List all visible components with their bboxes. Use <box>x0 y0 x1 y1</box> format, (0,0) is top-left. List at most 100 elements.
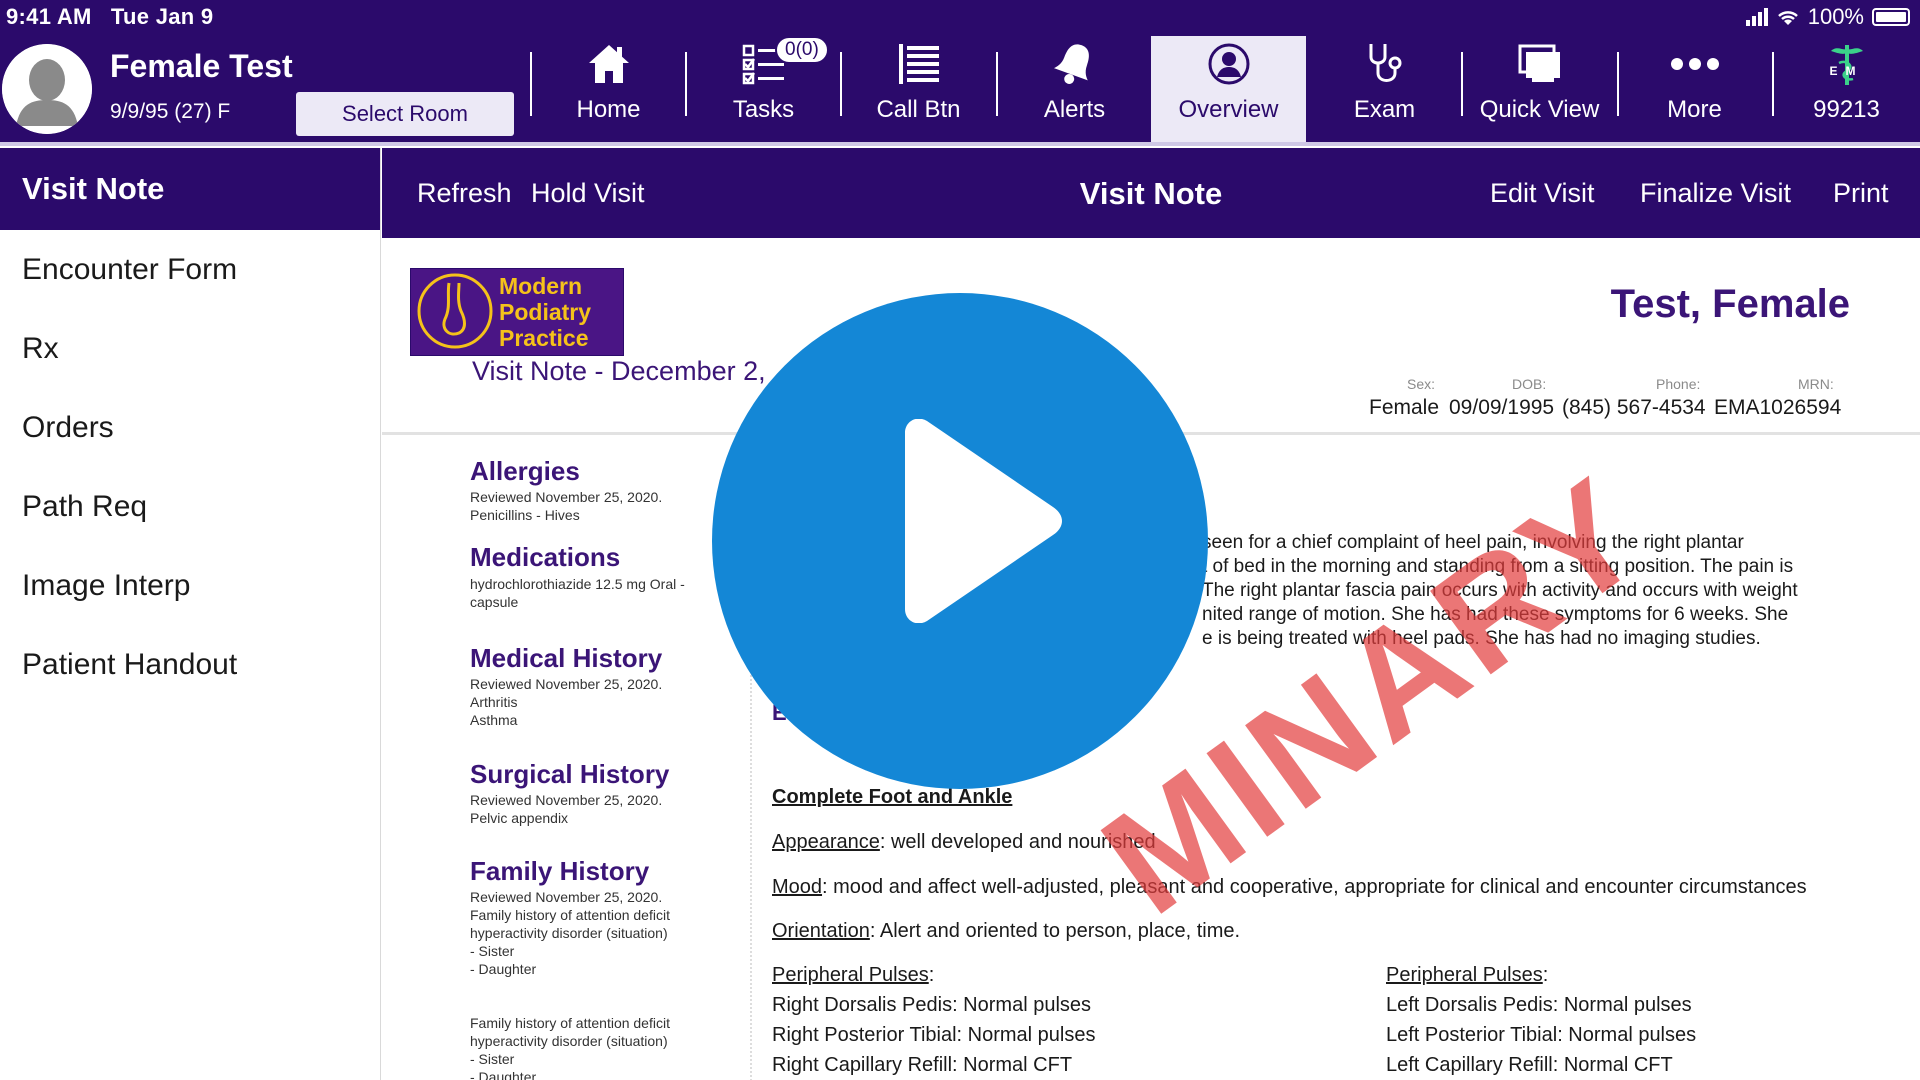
hold-visit-button[interactable]: Hold Visit <box>531 178 645 209</box>
allergies-heading: Allergies <box>470 456 580 486</box>
sidebar-item-image-interp[interactable]: Image Interp <box>0 546 380 625</box>
mood-label: Mood <box>772 876 823 898</box>
nav-home-label: Home <box>576 96 641 123</box>
refresh-button[interactable]: Refresh <box>417 178 512 209</box>
mood-text: : mood and affect well-adjusted, pleasan… <box>822 876 1807 898</box>
medical-history-heading: Medical History <box>470 643 663 673</box>
visit-note-date: Visit Note - December 2, <box>472 356 766 386</box>
patient-name[interactable]: Female Test <box>110 48 293 85</box>
appearance-label: Appearance <box>772 831 880 853</box>
sidebar-item-encounter-form[interactable]: Encounter Form <box>0 230 380 309</box>
sidebar-item-rx[interactable]: Rx <box>0 309 380 388</box>
text-line: Arthritis <box>470 694 518 710</box>
text-line: hyperactivity disorder (situation) <box>470 1033 668 1049</box>
left-pulse-line: Left Dorsalis Pedis: Normal pulses <box>1386 994 1692 1016</box>
medical-history-text: Reviewed November 25, 2020. Arthritis As… <box>470 675 710 729</box>
home-icon <box>588 45 629 83</box>
text-line: Reviewed November 25, 2020. <box>470 889 663 905</box>
nav-exam[interactable]: Exam <box>1307 36 1462 142</box>
mood-line: Mood: mood and affect well-adjusted, ple… <box>772 876 1807 899</box>
video-play-button[interactable] <box>712 293 1208 789</box>
sidebar: Visit Note Encounter Form Rx Orders Path… <box>0 148 381 1080</box>
nav-overview-label: Overview <box>1178 96 1279 123</box>
stethoscope-icon <box>1369 44 1401 82</box>
nav-tasks[interactable]: Tasks 0(0) <box>686 36 841 142</box>
text-line: Family history of attention deficit <box>470 1015 670 1031</box>
allergies-text: Reviewed November 25, 2020. Penicillins … <box>470 488 710 524</box>
text-line: Penicillins - Hives <box>470 507 580 523</box>
print-button[interactable]: Print <box>1833 178 1889 209</box>
nav-exam-label: Exam <box>1353 96 1416 123</box>
left-pulses-heading: Peripheral Pulses: <box>1386 964 1548 987</box>
patient-title: Test, Female <box>1610 282 1850 326</box>
top-bar-underline <box>0 142 1920 146</box>
phone-value: (845) 567-4534 <box>1562 396 1706 419</box>
surgical-history-text: Reviewed November 25, 2020. Pelvic appen… <box>470 791 710 827</box>
text-line: - Sister <box>470 943 515 959</box>
battery-icon <box>1872 8 1910 26</box>
pulses-suffix: : <box>1542 964 1549 986</box>
list-icon <box>898 44 939 84</box>
left-pulse-line: Left Capillary Refill: Normal CFT <box>1386 1054 1673 1076</box>
sex-label: Sex: <box>1407 376 1436 392</box>
sidebar-item-path-req[interactable]: Path Req <box>0 467 380 546</box>
right-pulse-line: Right Dorsalis Pedis: Normal pulses <box>772 994 1092 1016</box>
nav-call-button-label: Call Btn <box>876 96 961 123</box>
right-pulse-line: Right Posterior Tibial: Normal pulses <box>772 1024 1096 1046</box>
sidebar-item-patient-handout[interactable]: Patient Handout <box>0 625 380 704</box>
more-icon <box>1670 58 1719 70</box>
sex-value: Female <box>1369 396 1440 419</box>
nav-call-button[interactable]: Call Btn <box>841 36 996 142</box>
status-bar-right: 100% <box>1745 4 1910 30</box>
battery-percent: 100% <box>1807 4 1864 29</box>
orientation-label: Orientation <box>772 920 870 942</box>
finalize-visit-button[interactable]: Finalize Visit <box>1640 178 1791 209</box>
top-bar: 9:41 AM Tue Jan 9 100% Female Test 9/9/9… <box>0 0 1920 144</box>
phone-label: Phone: <box>1656 376 1701 392</box>
nav-overview[interactable]: Overview <box>1151 36 1306 142</box>
nav-alerts[interactable]: Alerts <box>997 36 1152 142</box>
mrn-value: EMA1026594 <box>1714 396 1842 419</box>
surgical-history-heading: Surgical History <box>470 759 670 789</box>
text-line: - Daughter <box>470 961 537 977</box>
family-history-text: Reviewed November 25, 2020. Family histo… <box>470 888 710 978</box>
select-room-button[interactable]: Select Room <box>296 92 514 136</box>
nav-quick-view[interactable]: Quick View <box>1462 36 1617 142</box>
bell-icon <box>1053 44 1089 84</box>
right-pulses-heading: Peripheral Pulses: <box>772 964 934 987</box>
nav-em-code[interactable]: EM 99213 <box>1773 36 1920 142</box>
nav-more[interactable]: More <box>1617 36 1772 142</box>
text-line: - Daughter <box>470 1069 537 1080</box>
patient-dob-age-sex: 9/9/95 (27) F <box>110 100 231 123</box>
text-line: capsule <box>470 594 519 610</box>
practice-logo-text: Modern Podiatry Practice <box>499 273 591 351</box>
nav-tasks-label: Tasks <box>732 96 795 123</box>
text-line: Reviewed November 25, 2020. <box>470 489 663 505</box>
practice-logo: Modern Podiatry Practice <box>410 268 624 356</box>
right-pulse-line: Right Capillary Refill: Normal CFT <box>772 1054 1073 1076</box>
em-icon-text: EM <box>1829 64 1864 78</box>
edit-visit-button[interactable]: Edit Visit <box>1490 178 1595 209</box>
sidebar-item-visit-note[interactable]: Visit Note <box>0 148 380 230</box>
logo-line: Modern <box>499 273 583 299</box>
nav-home[interactable]: Home <box>531 36 686 142</box>
text-line: hyperactivity disorder (situation) <box>470 925 668 941</box>
family-history-text-2: Family history of attention deficit hype… <box>470 1014 710 1080</box>
patient-avatar[interactable] <box>2 44 92 134</box>
pulses-label: Peripheral Pulses <box>772 964 929 986</box>
tasks-count-badge: 0(0) <box>775 36 829 64</box>
wifi-icon <box>1777 11 1798 25</box>
dob-label: DOB: <box>1512 376 1547 392</box>
person-silhouette-icon <box>2 44 92 134</box>
foot-logo-icon <box>417 273 493 349</box>
nav-quick-view-label: Quick View <box>1479 96 1600 123</box>
family-history-heading: Family History <box>470 856 650 886</box>
left-pulse-line: Left Posterior Tibial: Normal pulses <box>1386 1024 1697 1046</box>
pulses-label: Peripheral Pulses <box>1386 964 1543 986</box>
play-icon <box>905 419 1062 623</box>
status-date: Tue Jan 9 <box>110 4 214 29</box>
sidebar-item-orders[interactable]: Orders <box>0 388 380 467</box>
visit-note-toolbar: Visit Note Refresh Hold Visit Edit Visit… <box>382 148 1920 238</box>
status-bar-time: 9:41 AM Tue Jan 9 <box>6 4 213 30</box>
mrn-label: MRN: <box>1798 376 1834 392</box>
